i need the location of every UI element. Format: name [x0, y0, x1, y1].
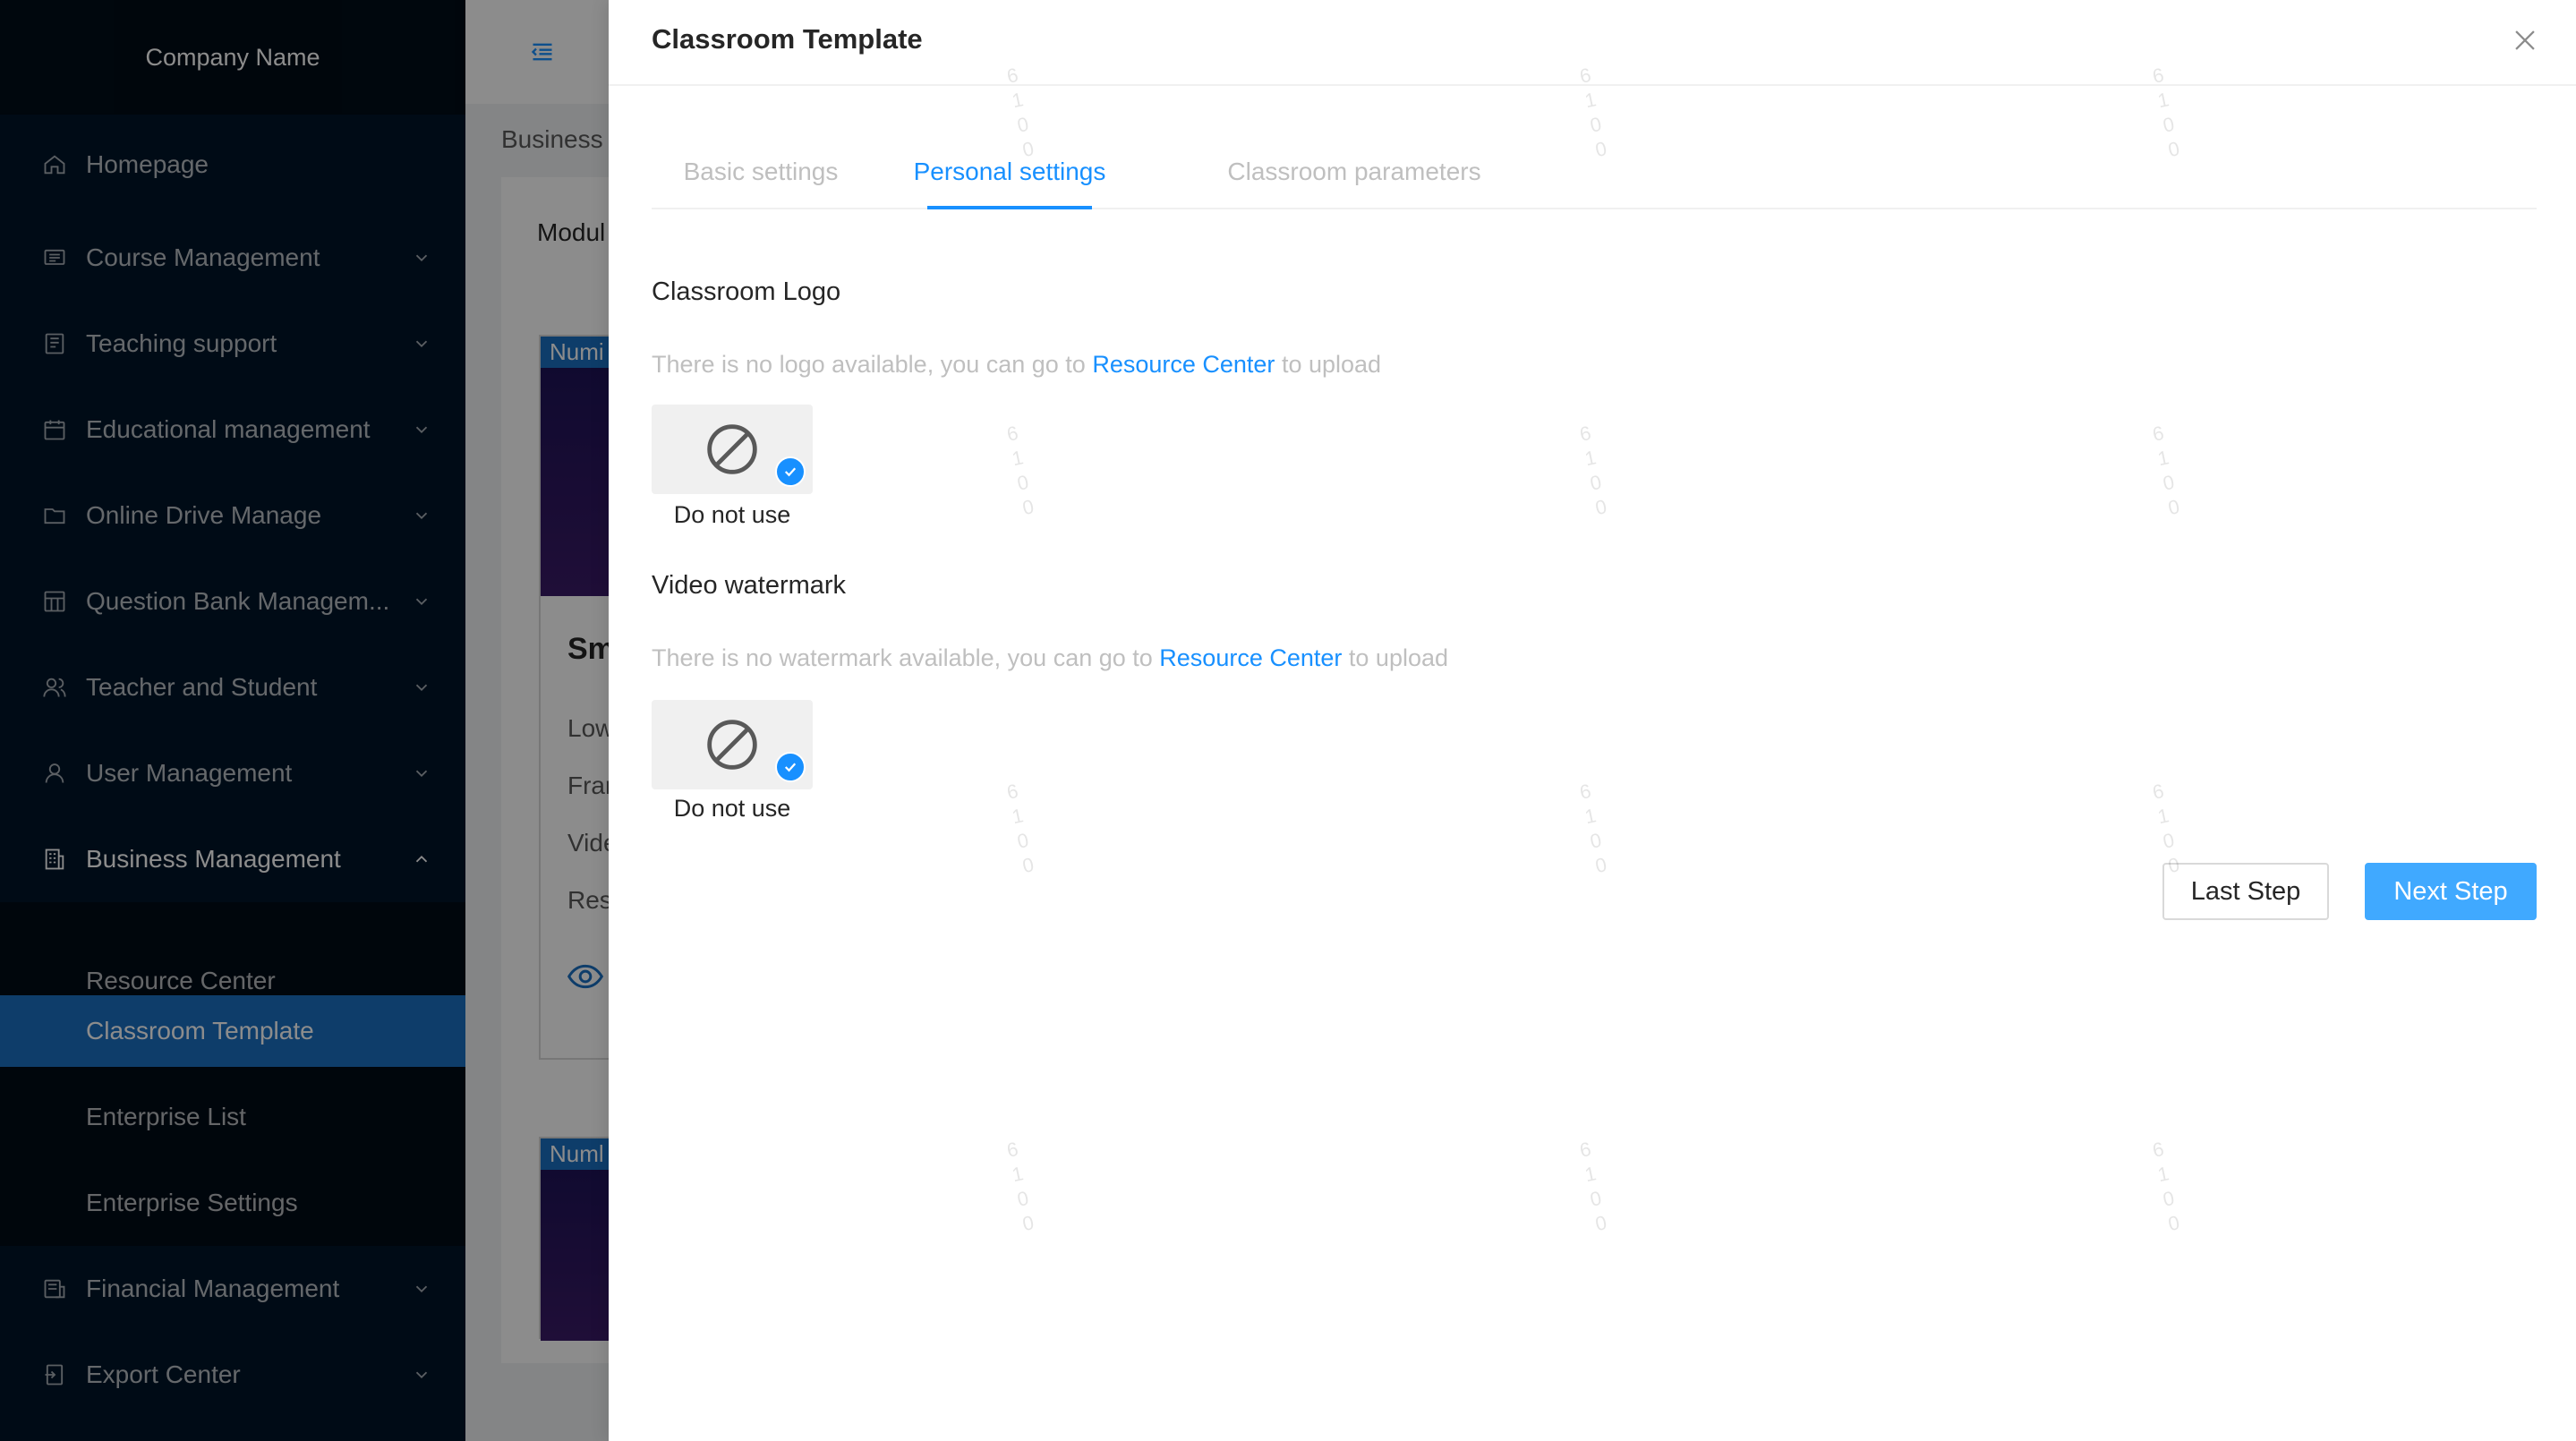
modal-mask[interactable] — [0, 0, 609, 1441]
resource-center-link[interactable]: Resource Center — [1092, 351, 1275, 378]
resource-center-link[interactable]: Resource Center — [1159, 644, 1342, 671]
next-step-button[interactable]: Next Step — [2365, 863, 2537, 920]
check-icon — [775, 456, 806, 487]
hint-text: There is no watermark available, you can… — [652, 644, 1160, 671]
classroom-logo-title: Classroom Logo — [652, 277, 841, 306]
tab-classroom-parameters[interactable]: Classroom parameters — [1214, 134, 1495, 209]
logo-hint: There is no logo available, you can go t… — [652, 351, 1381, 379]
hint-text: to upload — [1275, 351, 1382, 378]
hint-text: to upload — [1342, 644, 1449, 671]
video-watermark-title: Video watermark — [652, 571, 847, 600]
ban-icon — [707, 424, 757, 474]
check-icon — [775, 752, 806, 782]
tab-basic-settings[interactable]: Basic settings — [652, 134, 870, 209]
logo-option-do-not-use[interactable] — [652, 405, 813, 494]
drawer-title: Classroom Template — [652, 23, 923, 55]
watermark-hint: There is no watermark available, you can… — [652, 644, 1448, 672]
close-icon[interactable] — [2510, 25, 2540, 55]
watermark-option-label: Do not use — [673, 795, 791, 822]
watermark-option-do-not-use[interactable] — [652, 700, 813, 789]
ban-icon — [707, 720, 757, 770]
active-tab-indicator — [927, 206, 1092, 209]
logo-option-label: Do not use — [673, 501, 791, 528]
hint-text: There is no logo available, you can go t… — [652, 351, 1093, 378]
